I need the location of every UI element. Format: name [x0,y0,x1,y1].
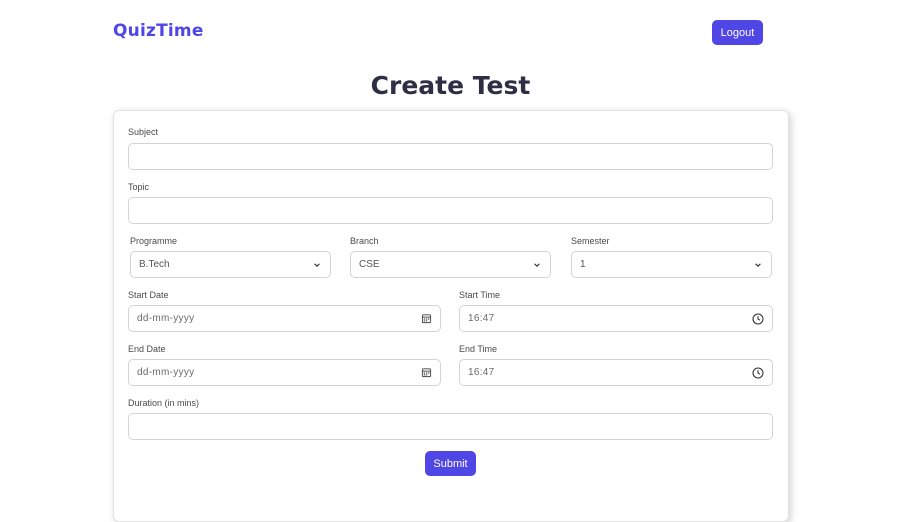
duration-input[interactable] [128,413,773,440]
semester-select[interactable]: 1 [571,251,772,278]
start-date-input[interactable]: dd-mm-yyyy [128,305,441,332]
branch-selected-value: CSE [359,259,380,270]
programme-label: Programme [130,236,178,246]
branch-select[interactable]: CSE [350,251,551,278]
end-time-label: End Time [459,344,498,354]
clock-icon[interactable] [752,312,764,325]
clock-icon[interactable] [752,366,764,379]
topic-label: Topic [128,182,150,192]
programme-select[interactable]: B.Tech [130,251,331,278]
start-time-input[interactable]: 16:47 [459,305,773,332]
chevron-down-icon [753,260,763,270]
chevron-down-icon [312,260,322,270]
brand-logo[interactable]: QuizTime [113,21,204,41]
programme-selected-value: B.Tech [139,259,170,270]
end-date-input[interactable]: dd-mm-yyyy [128,359,441,386]
subject-input[interactable] [128,143,773,170]
submit-button[interactable]: Submit [425,451,476,476]
end-date-placeholder: dd-mm-yyyy [137,367,195,378]
start-date-label: Start Date [128,290,169,300]
chevron-down-icon [532,260,542,270]
calendar-icon[interactable] [420,313,432,325]
start-date-placeholder: dd-mm-yyyy [137,313,195,324]
branch-label: Branch [350,236,379,246]
subject-label: Subject [128,127,159,137]
end-time-value: 16:47 [468,367,495,378]
calendar-icon[interactable] [420,367,432,379]
start-time-label: Start Time [459,290,501,300]
topic-input[interactable] [128,197,773,224]
semester-selected-value: 1 [580,259,586,270]
semester-label: Semester [571,236,610,246]
start-time-value: 16:47 [468,313,495,324]
duration-label: Duration (in mins) [128,398,200,408]
page-title: Create Test [370,71,531,100]
create-test-form: Subject Topic Programme B.Tech Branch CS… [113,110,789,522]
top-navbar: QuizTime Logout [0,0,901,64]
end-date-label: End Date [128,344,166,354]
end-time-input[interactable]: 16:47 [459,359,773,386]
logout-button[interactable]: Logout [712,20,763,45]
